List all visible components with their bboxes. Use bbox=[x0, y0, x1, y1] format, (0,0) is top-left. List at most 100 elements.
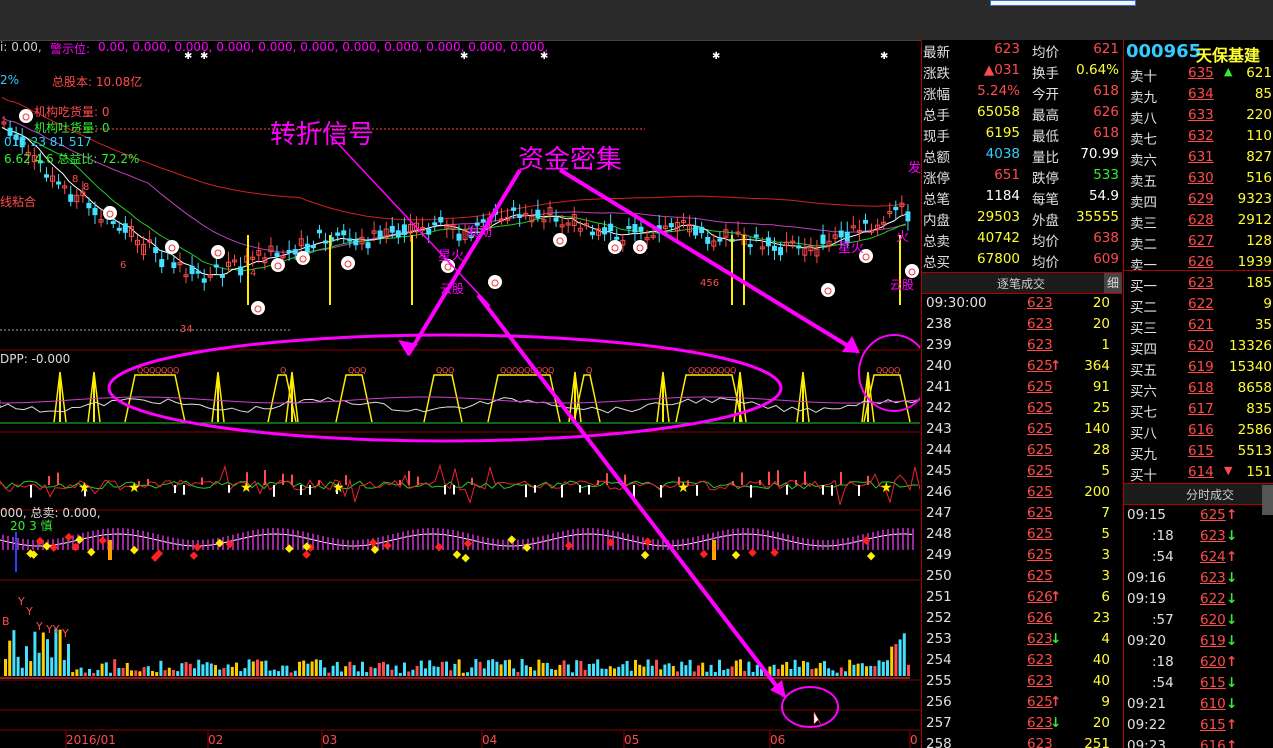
volume-bar bbox=[638, 664, 642, 676]
order-book-row[interactable]: 卖三 628 2912 bbox=[1124, 211, 1273, 232]
volume-bar bbox=[663, 664, 667, 676]
down-arrow-icon: ↓ bbox=[1226, 570, 1238, 586]
fenshi-tab-title[interactable]: 分时成交 bbox=[1186, 486, 1234, 503]
volume-bar bbox=[634, 659, 637, 676]
trade-time: 238 bbox=[926, 316, 952, 332]
cloud-label-left: 云股 bbox=[440, 282, 465, 296]
order-volume: 15340 bbox=[1229, 359, 1272, 375]
order-book-row[interactable]: 买二 622 9 bbox=[1124, 295, 1273, 316]
trade-time: 256 bbox=[926, 694, 952, 710]
order-book-row[interactable]: 买九 615 5513 bbox=[1124, 442, 1273, 463]
kline-chart-area[interactable]: ✱ ✱ ✱ ✱ ✱ ✱ 8 8 6 34 4 456 Q Q Q Q Q Q Q Q Q Q Q Q Q Q Q Q Q Q Q Q Q Q Q Q Q… bbox=[0, 40, 921, 748]
order-book-row[interactable]: 买三 621 35 bbox=[1124, 316, 1273, 337]
order-book-row[interactable]: 买一 623 185 bbox=[1124, 274, 1273, 295]
volume-bar bbox=[285, 665, 289, 676]
star-icon: ★ bbox=[880, 480, 893, 496]
order-book-row[interactable]: 买五 619 15340 bbox=[1124, 358, 1273, 379]
quote-value: 626 bbox=[1093, 104, 1119, 120]
volume-bar bbox=[802, 660, 805, 676]
trade-price: 625 bbox=[1027, 505, 1053, 521]
sub3-diamond-icon: ◆ bbox=[435, 540, 444, 553]
order-book-row[interactable]: 卖五 630 516 bbox=[1124, 169, 1273, 190]
volume-bar bbox=[713, 671, 717, 676]
trade-price: 625 bbox=[1027, 442, 1053, 458]
toolbar-selection-box[interactable] bbox=[990, 0, 1136, 6]
order-book-row[interactable]: 卖二 627 128 bbox=[1124, 232, 1273, 253]
volume-bar bbox=[188, 663, 192, 676]
volume-bar bbox=[415, 665, 419, 676]
trade-price: 625 bbox=[1027, 463, 1053, 479]
volume-bar bbox=[230, 666, 234, 676]
order-level-label: 卖七 bbox=[1130, 132, 1157, 148]
order-book-row[interactable]: 卖九 634 85 bbox=[1124, 85, 1273, 106]
order-book-row[interactable]: 卖七 632 110 bbox=[1124, 127, 1273, 148]
order-book-row[interactable]: 买六 618 8658 bbox=[1124, 379, 1273, 400]
order-book-row[interactable]: 卖六 631 827 bbox=[1124, 148, 1273, 169]
sub3-numbers: 20 3 慎 bbox=[10, 519, 53, 533]
sub3-diamond-icon: ◆ bbox=[700, 547, 709, 560]
fenshi-tab-bar[interactable]: 分时成交 bbox=[1124, 483, 1273, 505]
order-book-row[interactable]: 买十 614 151 ▼ bbox=[1124, 463, 1273, 484]
down-arrow-icon: ↓ bbox=[1050, 715, 1062, 731]
fund-trapezoid bbox=[335, 374, 373, 423]
alarm-values: 0.00, 0.000, 0.000, 0.000, 0.000, 0.000,… bbox=[98, 40, 549, 54]
candle-body bbox=[589, 231, 595, 236]
fenshi-time: :54 bbox=[1152, 675, 1174, 691]
fenshi-time: 09:19 bbox=[1127, 591, 1166, 607]
panel-scrollbar[interactable] bbox=[1262, 485, 1273, 515]
trades-tab-bar[interactable]: 逐笔成交 细 bbox=[922, 272, 1122, 294]
order-level-label: 卖六 bbox=[1130, 153, 1157, 169]
volume-bar bbox=[197, 659, 201, 676]
trade-row: 247 625 7 bbox=[922, 504, 1122, 525]
order-level-label: 买三 bbox=[1130, 321, 1157, 337]
volume-bar bbox=[604, 668, 608, 676]
volume-bar bbox=[71, 672, 75, 676]
candle-body bbox=[310, 245, 316, 249]
trade-volume: 40 bbox=[1092, 652, 1110, 668]
candle-body bbox=[511, 207, 517, 211]
order-volume: 827 bbox=[1246, 149, 1272, 165]
fenshi-price: 619 bbox=[1200, 633, 1226, 649]
candle-body bbox=[693, 225, 699, 236]
volume-bar bbox=[508, 659, 511, 676]
order-price: 632 bbox=[1188, 128, 1214, 144]
fenshi-price: 620 bbox=[1200, 612, 1226, 628]
quote-value: 70.99 bbox=[1080, 146, 1119, 162]
order-level-label: 买六 bbox=[1130, 384, 1157, 400]
kline-chart-canvas[interactable]: ✱ ✱ ✱ ✱ ✱ ✱886344456Q Q Q Q Q Q Q Q Q Q Q Q Q Q Q Q Q Q Q Q Q Q Q Q Q… bbox=[0, 40, 920, 748]
order-book-row[interactable]: 卖八 633 220 bbox=[1124, 106, 1273, 127]
order-level-label: 买四 bbox=[1130, 342, 1157, 358]
fenshi-row: 09:19 622 ↓ bbox=[1124, 590, 1273, 611]
fenshi-price: 622 bbox=[1200, 591, 1226, 607]
order-book-row[interactable]: 卖四 629 9323 bbox=[1124, 190, 1273, 211]
order-volume: 13326 bbox=[1229, 338, 1272, 354]
candle-body bbox=[43, 174, 49, 178]
volume-bar bbox=[243, 668, 247, 676]
trades-detail-button[interactable]: 细 bbox=[1104, 273, 1122, 293]
order-book-row[interactable]: 卖十 635 621 ▲ bbox=[1124, 64, 1273, 85]
candle-body bbox=[68, 194, 74, 202]
volume-bar bbox=[193, 668, 196, 676]
trade-volume: 9 bbox=[1101, 694, 1110, 710]
volume-bar bbox=[529, 666, 532, 676]
trade-volume: 28 bbox=[1092, 442, 1110, 458]
candle-body bbox=[341, 230, 347, 236]
sub3-diamond-icon: ◆ bbox=[215, 536, 224, 549]
volume-bar bbox=[277, 671, 280, 676]
trade-row: 248 625 5 bbox=[922, 525, 1122, 546]
volume-bar bbox=[180, 663, 184, 676]
order-book-row[interactable]: 买八 616 2586 bbox=[1124, 421, 1273, 442]
candle-body bbox=[195, 270, 201, 274]
trades-tab-title[interactable]: 逐笔成交 bbox=[997, 275, 1045, 292]
order-book-row[interactable]: 买七 617 835 bbox=[1124, 400, 1273, 421]
price-label: 6 bbox=[120, 260, 126, 271]
fund-trapezoid bbox=[423, 374, 463, 423]
volume-bar bbox=[684, 665, 688, 676]
trade-time: 243 bbox=[926, 421, 952, 437]
volume-bar bbox=[537, 659, 541, 676]
quote-value: 65058 bbox=[977, 104, 1020, 120]
volume-bar bbox=[739, 659, 742, 676]
order-book-row[interactable]: 买四 620 13326 bbox=[1124, 337, 1273, 358]
volume-bar bbox=[797, 666, 801, 676]
volume-bar bbox=[877, 660, 881, 676]
